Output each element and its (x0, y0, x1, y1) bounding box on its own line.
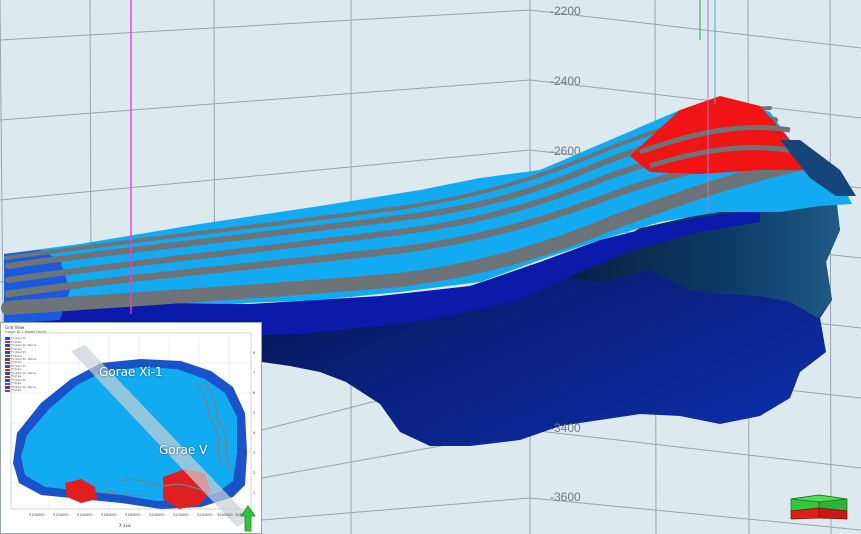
y-tick: 6 (253, 391, 256, 395)
x-tick: 5200000 (149, 513, 165, 517)
x-tick: 5260000 (217, 513, 233, 517)
depth-label-2200: -2200 (550, 4, 581, 18)
y-tick: 7 (253, 371, 256, 375)
depth-label-3400: -3400 (550, 421, 581, 435)
depth-label-2600: -2600 (550, 144, 581, 158)
x-tick: 5140000 (77, 513, 93, 517)
well-label-gorae-xi-1[interactable]: Gorae Xi-1 (99, 365, 163, 379)
north-arrow-icon (240, 505, 256, 532)
3d-viewport[interactable]: -2200 -2400 -2600 -3400 -3600 Grid View … (0, 0, 861, 534)
y-tick: 2 (253, 471, 256, 475)
x-tick: 5100000 (29, 513, 45, 517)
y-tick: 5 (253, 411, 256, 415)
depth-label-2400: -2400 (550, 74, 581, 88)
inset-map-view[interactable]: Grid View Gorae Xi-1 Model Facies F1 Upp… (0, 322, 262, 534)
x-tick: 5240000 (197, 513, 213, 517)
x-tick: 5220000 (173, 513, 189, 517)
y-tick: 8 (253, 351, 256, 355)
x-axis-title: X axis (119, 523, 132, 528)
y-tick: 4 (253, 431, 256, 435)
y-tick: 1 (253, 491, 256, 495)
well-label-gorae-v[interactable]: Gorae V (159, 443, 207, 457)
x-tick: 5180000 (125, 513, 141, 517)
inset-map-graphic (10, 332, 252, 527)
orientation-cube-icon[interactable] (789, 491, 851, 521)
x-tick: 5160000 (101, 513, 117, 517)
y-tick: 3 (253, 451, 256, 455)
x-tick: 5120000 (53, 513, 69, 517)
depth-label-3600: -3600 (550, 490, 581, 504)
